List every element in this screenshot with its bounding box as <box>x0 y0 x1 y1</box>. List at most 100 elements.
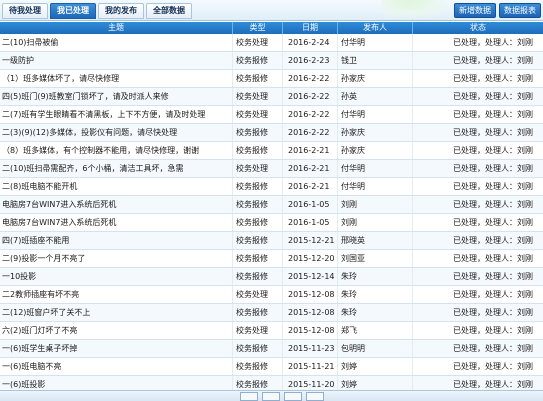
table-row[interactable]: 二(10)班扫帚需配齐，6个小桶，清洁工具坏，急需 校务处理 2016-2-21 付华… <box>0 160 543 178</box>
date-cell: 2016-1-05 <box>283 214 338 231</box>
subject-cell[interactable]: 一级防护 <box>0 52 233 69</box>
column-header-publisher[interactable]: 发布人 <box>338 22 413 34</box>
subject-cell[interactable]: 二(9)投影一个月不亮了 <box>0 250 233 267</box>
table-row[interactable]: （8）班多媒体，有个控制器不能用，请尽快修理，谢谢 校务报修 2016-2-21 孙家… <box>0 142 543 160</box>
status-cell: 已处理，处理人：刘刚 <box>453 56 533 65</box>
tab-pending[interactable]: 待我处理 <box>2 3 48 19</box>
status-cell: 已处理，处理人：刘刚 <box>453 344 533 353</box>
date-cell: 2015-12-08 <box>283 304 338 321</box>
publisher-cell: 付华明 <box>338 160 413 177</box>
status-cell: 已处理，处理人：刘刚 <box>453 308 533 317</box>
publisher-cell: 孙家庆 <box>338 70 413 87</box>
publisher-cell: 刘国亚 <box>338 250 413 267</box>
type-cell: 校务报修 <box>233 340 283 357</box>
date-cell: 2016-1-05 <box>283 196 338 213</box>
subject-cell[interactable]: 一10投影 <box>0 268 233 285</box>
subject-cell[interactable]: 一(6)班电脑不亮 <box>0 358 233 375</box>
type-cell: 校务处理 <box>233 160 283 177</box>
table-row[interactable]: 二(7)班有学生眼睛看不清黑板，上下不方便，请及时处理 校务处理 2016-2-22… <box>0 106 543 124</box>
subject-cell[interactable]: 六(2)班门灯坏了不亮 <box>0 322 233 339</box>
subject-cell[interactable]: 二(7)班有学生眼睛看不清黑板，上下不方便，请及时处理 <box>0 106 233 123</box>
subject-cell[interactable]: 二(8)班电脑不能开机 <box>0 178 233 195</box>
table-row[interactable]: 电脑房7台WIN7进入系统后死机 校务报修 2016-1-05 刘刚 已处理，处理人：刘… <box>0 214 543 232</box>
table-row[interactable]: 二(9)投影一个月不亮了 校务报修 2015-12-20 刘国亚 已处理，处理人：刘刚 <box>0 250 543 268</box>
subject-cell[interactable]: （1）班多媒体坏了，请尽快修理 <box>0 70 233 87</box>
data-grid: 主题 类型 日期 发布人 状态 二(10)扫帚被偷 校务处理 2016-2-24 付华… <box>0 22 543 394</box>
subject-cell[interactable]: 二2教师插座有坏不亮 <box>0 286 233 303</box>
subject-cell[interactable]: 电脑房7台WIN7进入系统后死机 <box>0 196 233 213</box>
type-cell: 校务处理 <box>233 34 283 51</box>
table-row[interactable]: 一(6)班电脑不亮 校务报修 2015-11-21 刘婷 已处理，处理人：刘刚 <box>0 358 543 376</box>
table-row[interactable]: 二(8)班电脑不能开机 校务报修 2016-2-21 付华明 已处理，处理人：刘刚 <box>0 178 543 196</box>
column-header-date[interactable]: 日期 <box>283 22 338 34</box>
subject-cell[interactable]: 一(6)班学生桌子坏掉 <box>0 340 233 357</box>
subject-cell[interactable]: 电脑房7台WIN7进入系统后死机 <box>0 214 233 231</box>
table-row[interactable]: 二(3)(9)(12)多媒体，投影仪有问题，请尽快处理 校务报修 2016-2-22… <box>0 124 543 142</box>
date-cell: 2016-2-21 <box>283 142 338 159</box>
publisher-cell: 刘刚 <box>338 214 413 231</box>
subject-cell[interactable]: 二(3)(9)(12)多媒体，投影仪有问题，请尽快处理 <box>0 124 233 141</box>
publisher-cell: 邢晓英 <box>338 232 413 249</box>
export-report-button[interactable]: 数据报表 <box>499 3 541 18</box>
table-row[interactable]: 二(12)班窗户坏了关不上 校务报修 2015-12-08 朱玲 已处理，处理人：刘刚 <box>0 304 543 322</box>
publisher-cell: 刘婷 <box>338 358 413 375</box>
date-cell: 2016-2-22 <box>283 88 338 105</box>
status-cell: 已处理，处理人：刘刚 <box>453 326 533 335</box>
status-cell: 已处理，处理人：刘刚 <box>453 128 533 137</box>
date-cell: 2015-12-14 <box>283 268 338 285</box>
table-row[interactable]: 六(2)班门灯坏了不亮 校务处理 2015-12-08 郑飞 已处理，处理人：刘刚 <box>0 322 543 340</box>
status-cell: 已处理，处理人：刘刚 <box>453 110 533 119</box>
subject-cell[interactable]: 二(10)扫帚被偷 <box>0 34 233 51</box>
grid-header: 主题 类型 日期 发布人 状态 <box>0 22 543 34</box>
publisher-cell: 付华明 <box>338 178 413 195</box>
publisher-cell: 钱卫 <box>338 52 413 69</box>
subject-cell[interactable]: （8）班多媒体，有个控制器不能用，请尽快修理，谢谢 <box>0 142 233 159</box>
status-cell: 已处理，处理人：刘刚 <box>453 164 533 173</box>
status-cell: 已处理，处理人：刘刚 <box>453 146 533 155</box>
table-row[interactable]: 一10投影 校务报修 2015-12-14 朱玲 已处理，处理人：刘刚 <box>0 268 543 286</box>
leaf-decoration <box>382 0 452 20</box>
subject-cell[interactable]: 四(7)班插座不能用 <box>0 232 233 249</box>
date-cell: 2016-2-22 <box>283 106 338 123</box>
type-cell: 校务处理 <box>233 88 283 105</box>
table-row[interactable]: 四(5)班门(9)班教室门锁坏了，请及时派人来修 校务处理 2016-2-22 孙英 已… <box>0 88 543 106</box>
subject-cell[interactable]: 四(5)班门(9)班教室门锁坏了，请及时派人来修 <box>0 88 233 105</box>
new-data-button[interactable]: 新增数据 <box>454 3 496 18</box>
table-row[interactable]: 二2教师插座有坏不亮 校务处理 2015-12-08 朱玲 已处理，处理人：刘刚 <box>0 286 543 304</box>
type-cell: 校务报修 <box>233 268 283 285</box>
date-cell: 2016-2-21 <box>283 178 338 195</box>
date-cell: 2016-2-24 <box>283 34 338 51</box>
date-cell: 2016-2-22 <box>283 70 338 87</box>
publisher-cell: 朱玲 <box>338 304 413 321</box>
publisher-cell: 朱玲 <box>338 268 413 285</box>
type-cell: 校务报修 <box>233 196 283 213</box>
date-cell: 2015-12-08 <box>283 322 338 339</box>
table-row[interactable]: 一(6)班学生桌子坏掉 校务报修 2015-11-23 包明明 已处理，处理人：刘刚 <box>0 340 543 358</box>
status-cell: 已处理，处理人：刘刚 <box>453 200 533 209</box>
tab-all-data[interactable]: 全部数据 <box>146 3 192 19</box>
type-cell: 校务报修 <box>233 214 283 231</box>
date-cell: 2015-11-21 <box>283 358 338 375</box>
table-row[interactable]: 四(7)班插座不能用 校务报修 2015-12-21 邢晓英 已处理，处理人：刘刚 <box>0 232 543 250</box>
status-cell: 已处理，处理人：刘刚 <box>453 182 533 191</box>
subject-cell[interactable]: 二(10)班扫帚需配齐，6个小桶，清洁工具坏，急需 <box>0 160 233 177</box>
column-header-status[interactable]: 状态 <box>413 22 543 34</box>
type-cell: 校务报修 <box>233 178 283 195</box>
table-row[interactable]: 电脑房7台WIN7进入系统后死机 校务报修 2016-1-05 刘刚 已处理，处理人：刘… <box>0 196 543 214</box>
status-cell: 已处理，处理人：刘刚 <box>453 236 533 245</box>
subject-cell[interactable]: 二(12)班窗户坏了关不上 <box>0 304 233 321</box>
tab-my-posts[interactable]: 我的发布 <box>98 3 144 19</box>
tab-processed[interactable]: 我已处理 <box>50 3 96 19</box>
publisher-cell: 包明明 <box>338 340 413 357</box>
type-cell: 校务报修 <box>233 250 283 267</box>
app-window: 待我处理 我已处理 我的发布 全部数据 新增数据 数据报表 主题 类型 日期 发… <box>0 0 543 401</box>
type-cell: 校务处理 <box>233 322 283 339</box>
status-cell: 已处理，处理人：刘刚 <box>453 74 533 83</box>
column-header-type[interactable]: 类型 <box>233 22 283 34</box>
type-cell: 校务报修 <box>233 70 283 87</box>
type-cell: 校务报修 <box>233 232 283 249</box>
column-header-subject[interactable]: 主题 <box>0 22 233 34</box>
table-row[interactable]: 二(10)扫帚被偷 校务处理 2016-2-24 付华明 已处理，处理人：刘刚 <box>0 34 543 52</box>
table-row[interactable]: 一级防护 校务报修 2016-2-23 钱卫 已处理，处理人：刘刚 <box>0 52 543 70</box>
table-row[interactable]: （1）班多媒体坏了，请尽快修理 校务报修 2016-2-22 孙家庆 已处理，处理人：刘… <box>0 70 543 88</box>
